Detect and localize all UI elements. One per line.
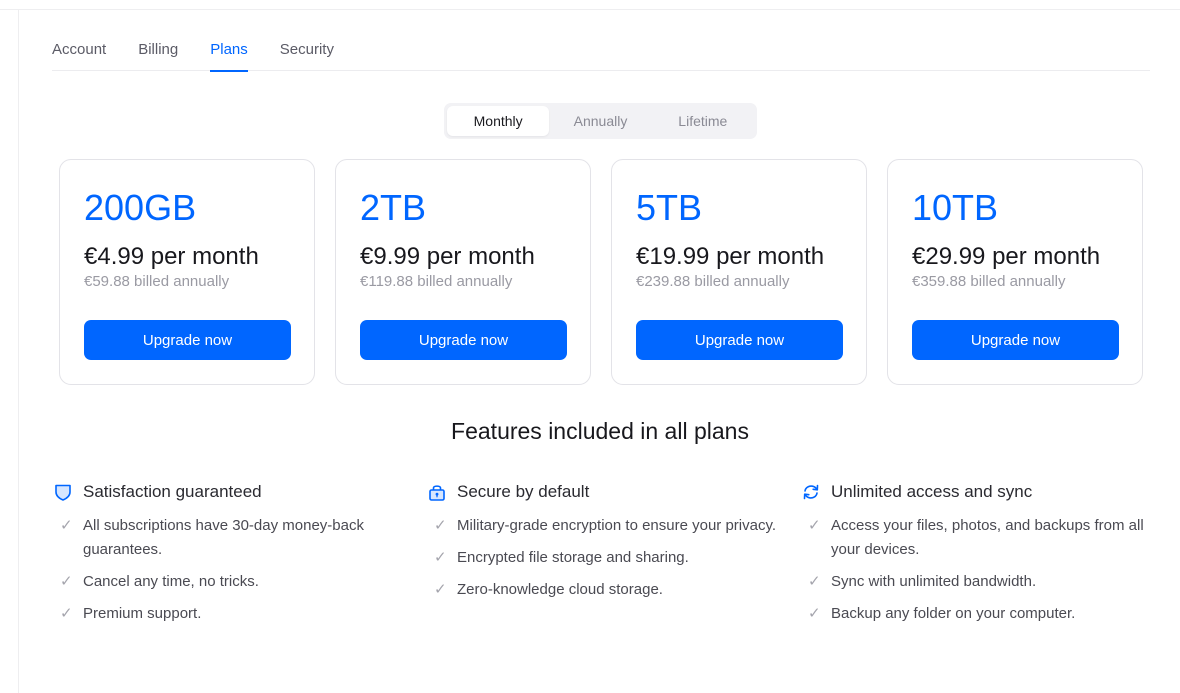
feature-item: ✓ All subscriptions have 30-day money-bac… — [52, 514, 426, 562]
check-icon: ✓ — [60, 517, 73, 534]
feature-item: ✓ Backup any folder on your computer. — [800, 602, 1174, 626]
billing-period-toggle: Monthly Annually Lifetime — [444, 103, 757, 139]
check-icon: ✓ — [808, 573, 821, 590]
plan-card-200gb: 200GB €4.99 per month €59.88 billed annu… — [59, 159, 315, 385]
check-icon: ✓ — [434, 517, 447, 534]
plan-size: 2TB — [360, 187, 427, 228]
features-columns: Satisfaction guaranteed ✓ All subscriptio… — [52, 478, 1174, 634]
check-icon: ✓ — [60, 573, 73, 590]
check-icon: ✓ — [808, 605, 821, 622]
plan-card-2tb: 2TB €9.99 per month €119.88 billed annua… — [335, 159, 591, 385]
plan-card-10tb: 10TB €29.99 per month €359.88 billed ann… — [887, 159, 1143, 385]
plan-size: 200GB — [84, 187, 197, 228]
plan-price: €4.99 per month — [84, 243, 259, 270]
plan-billed: €119.88 billed annually — [360, 273, 513, 290]
feature-column-satisfaction: Satisfaction guaranteed ✓ All subscriptio… — [52, 478, 426, 634]
feature-item: ✓ Access your files, photos, and backups … — [800, 514, 1174, 562]
sync-icon — [800, 481, 822, 503]
feature-item: ✓ Encrypted file storage and sharing. — [426, 546, 800, 570]
upgrade-button[interactable]: Upgrade now — [360, 320, 567, 360]
period-monthly[interactable]: Monthly — [447, 106, 550, 136]
sidebar-divider — [18, 10, 19, 693]
plan-billed: €239.88 billed annually — [636, 273, 790, 290]
plan-price: €29.99 per month — [912, 243, 1101, 270]
feature-title: Unlimited access and sync — [831, 482, 1033, 501]
plan-size: 5TB — [636, 187, 703, 228]
feature-item: ✓ Premium support. — [52, 602, 426, 626]
plan-size: 10TB — [912, 187, 999, 228]
top-divider — [0, 9, 1180, 10]
check-icon: ✓ — [434, 581, 447, 598]
feature-item: ✓ Cancel any time, no tricks. — [52, 570, 426, 594]
plan-price: €19.99 per month — [636, 243, 825, 270]
plan-card-5tb: 5TB €19.99 per month €239.88 billed annu… — [611, 159, 867, 385]
features-heading: Features included in all plans — [451, 418, 749, 444]
period-annually[interactable]: Annually — [549, 106, 651, 136]
tab-account[interactable]: Account — [52, 40, 106, 71]
plan-cards: 200GB €4.99 per month €59.88 billed annu… — [59, 159, 1143, 385]
feature-title: Satisfaction guaranteed — [83, 482, 262, 501]
plan-billed: €359.88 billed annually — [912, 273, 1066, 290]
feature-item: ✓ Military-grade encryption to ensure you… — [426, 514, 800, 538]
feature-column-sync: Unlimited access and sync ✓ Access your f… — [800, 478, 1174, 634]
tab-plans[interactable]: Plans — [210, 40, 248, 72]
period-lifetime[interactable]: Lifetime — [652, 106, 754, 136]
plan-price: €9.99 per month — [360, 243, 535, 270]
plan-billed: €59.88 billed annually — [84, 273, 230, 290]
upgrade-button[interactable]: Upgrade now — [912, 320, 1119, 360]
settings-tabs: Account Billing Plans Security — [52, 40, 1150, 72]
feature-item: ✓ Zero-knowledge cloud storage. — [426, 578, 800, 602]
feature-item: ✓ Sync with unlimited bandwidth. — [800, 570, 1174, 594]
upgrade-button[interactable]: Upgrade now — [84, 320, 291, 360]
check-icon: ✓ — [434, 549, 447, 566]
upgrade-button[interactable]: Upgrade now — [636, 320, 843, 360]
shield-icon — [52, 481, 74, 503]
tab-billing[interactable]: Billing — [138, 40, 178, 71]
tab-security[interactable]: Security — [280, 40, 334, 71]
check-icon: ✓ — [808, 517, 821, 534]
check-icon: ✓ — [60, 605, 73, 622]
lock-icon — [426, 481, 448, 503]
feature-title: Secure by default — [457, 482, 590, 501]
feature-column-secure: Secure by default ✓ Military-grade encryp… — [426, 478, 800, 634]
